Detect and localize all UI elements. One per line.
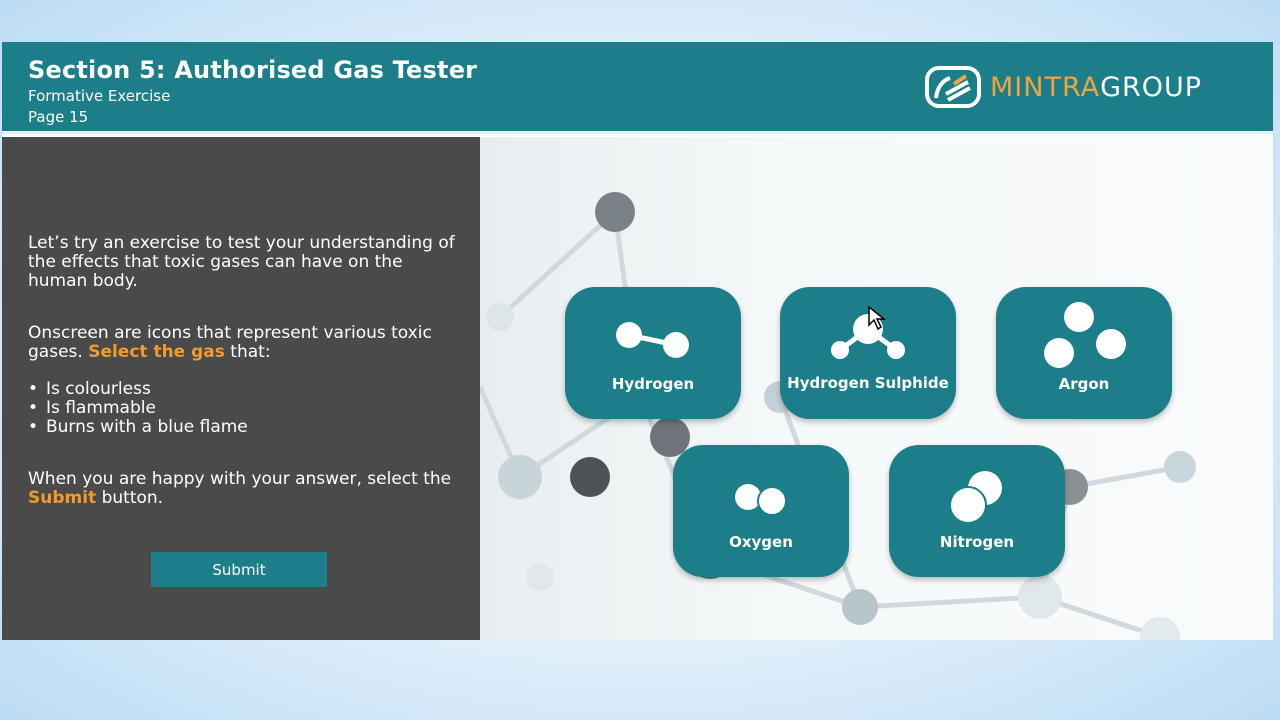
page-number: Page 15 [28,108,89,126]
instruction-text: Onscreen are icons that represent variou… [28,324,468,362]
gas-tile-nitrogen[interactable]: Nitrogen [889,445,1065,577]
gas-tile-hydrogen[interactable]: Hydrogen [565,287,741,419]
gas-label: Hydrogen [611,375,695,393]
gas-selection-area: Hydrogen Hydrogen Sulphide Argon Oxygen … [480,137,1273,640]
logo-text-group: GROUP [1100,71,1203,103]
submit-instruction-start: When you are happy with your answer, sel… [28,469,452,489]
criteria-item: Burns with a blue flame [28,418,248,438]
page-subtitle: Formative Exercise [28,87,171,105]
mintra-logo: MINTRA GROUP [924,64,1244,110]
criteria-item: Is flammable [28,399,248,419]
gas-label: Argon [1058,375,1110,393]
logo-text-mintra: MINTRA [990,71,1101,103]
select-gas-highlight: Select the gas [88,342,225,362]
nitrogen-molecule-icon [949,471,1002,524]
oxygen-molecule-icon [735,484,787,516]
submit-instruction-text: When you are happy with your answer, sel… [28,470,468,508]
criteria-list: Is colourless Is flammable Burns with a … [28,380,248,438]
argon-atoms-icon [1044,302,1126,368]
submit-instruction-end: button. [96,488,164,508]
header-bar: Section 5: Authorised Gas Tester Formati… [2,42,1273,134]
gas-tile-argon[interactable]: Argon [996,287,1172,419]
instruction-text-end: that: [224,342,271,362]
mouse-cursor-icon [868,305,887,331]
mintra-logo-icon [925,66,981,108]
submit-highlight: Submit [28,488,97,508]
instruction-panel: Let’s try an exercise to test your under… [2,137,480,640]
gas-label: Oxygen [729,533,793,551]
page-title: Section 5: Authorised Gas Tester [28,56,478,84]
gas-label: Nitrogen [939,533,1015,551]
criteria-item: Is colourless [28,380,248,400]
hydrogen-molecule-icon [616,322,689,358]
gas-label: Hydrogen Sulphide [787,374,949,392]
gas-tile-oxygen[interactable]: Oxygen [673,445,849,577]
intro-text: Let’s try an exercise to test your under… [28,233,455,291]
submit-button[interactable]: Submit [151,552,327,587]
slide: Section 5: Authorised Gas Tester Formati… [2,42,1273,640]
